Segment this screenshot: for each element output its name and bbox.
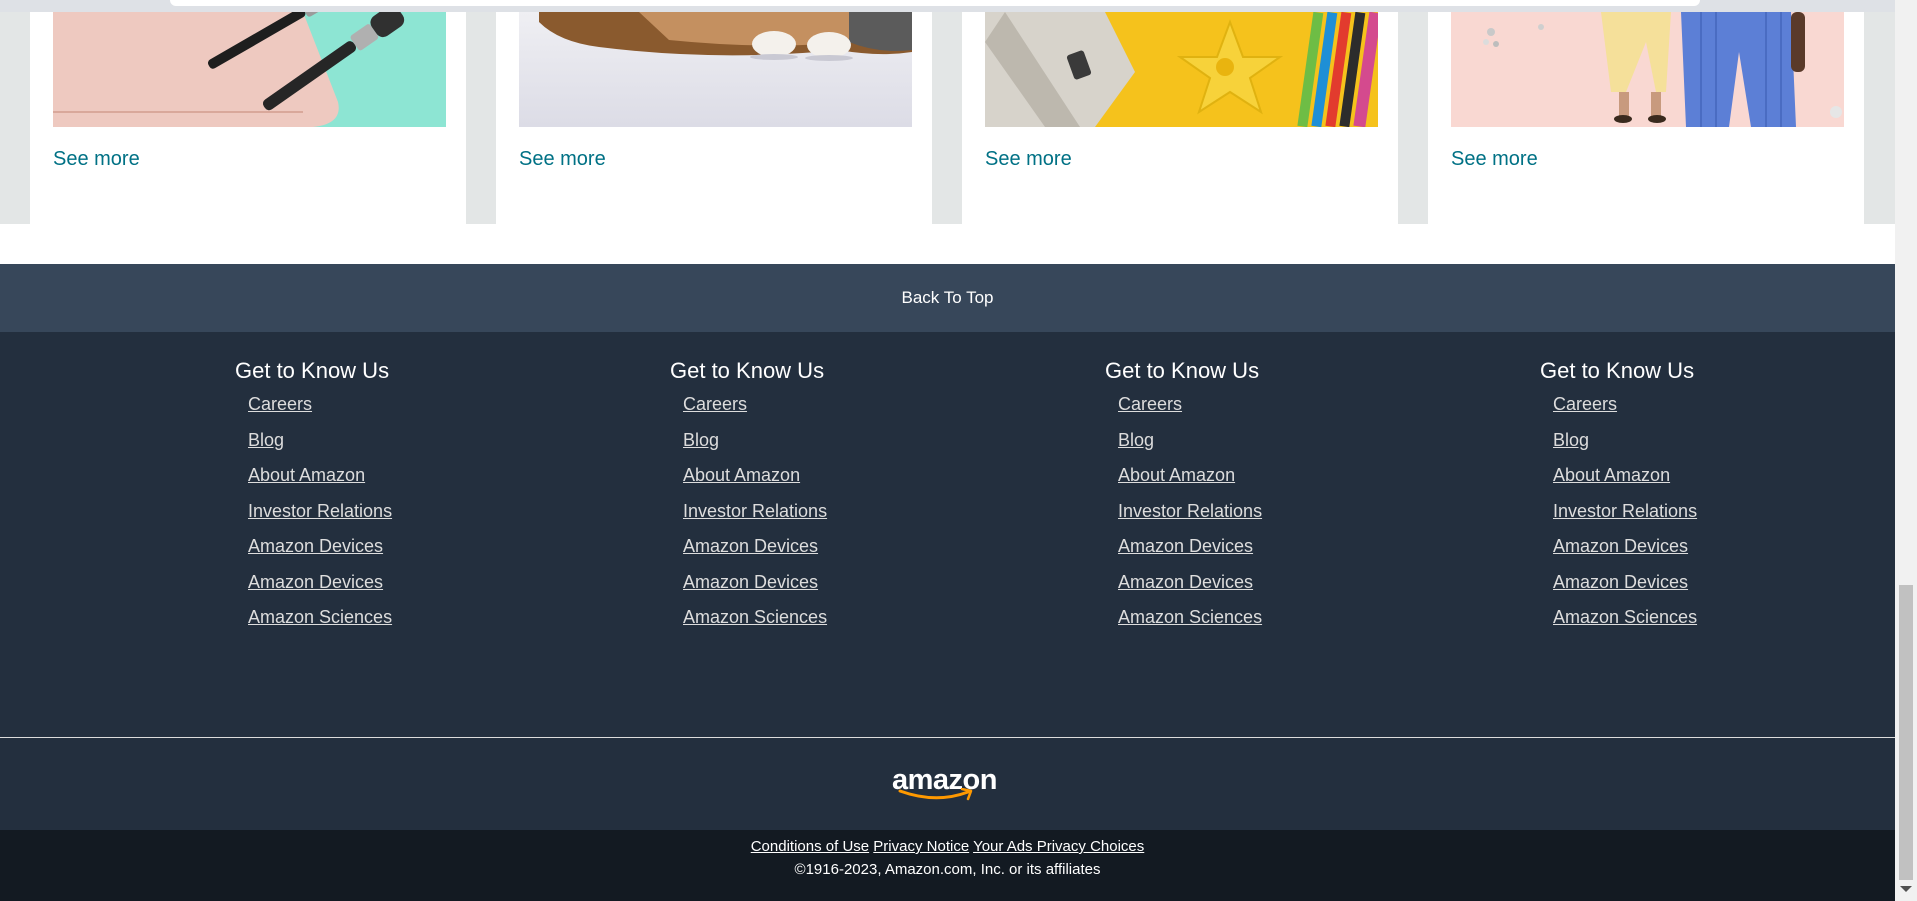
footer-link-investor-relations[interactable]: Investor Relations [1118, 501, 1262, 521]
footer-link-blog[interactable]: Blog [248, 430, 284, 450]
see-more-link[interactable]: See more [985, 148, 1072, 171]
footer-link-investor-relations[interactable]: Investor Relations [248, 501, 392, 521]
fashion-image [1451, 12, 1844, 127]
footer-column-heading: Get to Know Us [1105, 358, 1260, 383]
footer-link-amazon-devices[interactable]: Amazon Devices [1118, 572, 1253, 592]
footer-link-careers[interactable]: Careers [248, 394, 312, 414]
footer-link-blog[interactable]: Blog [683, 430, 719, 450]
category-card: See more [1428, 12, 1864, 224]
footer-link-list: Careers Blog About Amazon Investor Relat… [670, 394, 970, 643]
footer-link-about-amazon[interactable]: About Amazon [248, 465, 365, 485]
footer-link-amazon-sciences[interactable]: Amazon Sciences [1553, 607, 1697, 627]
footer-link-about-amazon[interactable]: About Amazon [1553, 465, 1670, 485]
footer-link-amazon-devices[interactable]: Amazon Devices [1553, 536, 1688, 556]
copyright-text: ©1916-2023, Amazon.com, Inc. or its affi… [794, 861, 1101, 878]
footer-link-blog[interactable]: Blog [1553, 430, 1589, 450]
footer-column-heading: Get to Know Us [235, 358, 390, 383]
footer-link-blog[interactable]: Blog [1118, 430, 1154, 450]
see-more-link[interactable]: See more [1451, 148, 1538, 171]
footer-link-amazon-devices[interactable]: Amazon Devices [248, 572, 383, 592]
legal-links: Conditions of Use Privacy Notice Your Ad… [0, 838, 1895, 856]
back-to-top-button[interactable]: Back To Top [0, 264, 1895, 332]
ads-privacy-choices-link[interactable]: Your Ads Privacy Choices [973, 838, 1144, 855]
footer-link-amazon-devices[interactable]: Amazon Devices [1118, 536, 1253, 556]
footer-link-amazon-sciences[interactable]: Amazon Sciences [683, 607, 827, 627]
browser-address-bar-edge [170, 0, 1700, 6]
footer-link-amazon-devices[interactable]: Amazon Devices [683, 536, 818, 556]
footer-column: Get to Know Us Careers Blog About Amazon… [1105, 358, 1405, 643]
footer-column: Get to Know Us Careers Blog About Amazon… [670, 358, 970, 643]
footer-link-careers[interactable]: Careers [1118, 394, 1182, 414]
card-image-fashion[interactable] [1451, 12, 1844, 127]
card-grid: See more See more See more See more [0, 12, 1895, 224]
footer-link-list: Careers Blog About Amazon Investor Relat… [1540, 394, 1840, 643]
scroll-down-arrow-icon[interactable] [1900, 886, 1912, 892]
footer-column: Get to Know Us Careers Blog About Amazon… [1540, 358, 1840, 643]
footer-column: Get to Know Us Careers Blog About Amazon… [235, 358, 535, 643]
footer-column-heading: Get to Know Us [1540, 358, 1695, 383]
pet-paws-image [519, 12, 912, 127]
footer-logo-row: amazon [0, 738, 1895, 830]
category-card: See more [30, 12, 466, 224]
toys-pencils-image [985, 12, 1378, 127]
privacy-notice-link[interactable]: Privacy Notice [873, 838, 969, 855]
footer-link-amazon-sciences[interactable]: Amazon Sciences [248, 607, 392, 627]
category-card: See more [496, 12, 932, 224]
amazon-logo[interactable]: amazon [892, 764, 1004, 804]
footer-link-amazon-devices[interactable]: Amazon Devices [248, 536, 383, 556]
footer-link-list: Careers Blog About Amazon Investor Relat… [1105, 394, 1405, 643]
see-more-link[interactable]: See more [53, 148, 140, 171]
card-image-pets[interactable] [519, 12, 912, 127]
scrollbar-thumb[interactable] [1899, 585, 1913, 880]
footer-link-investor-relations[interactable]: Investor Relations [1553, 501, 1697, 521]
conditions-of-use-link[interactable]: Conditions of Use [751, 838, 869, 855]
footer-link-about-amazon[interactable]: About Amazon [683, 465, 800, 485]
category-card: See more [962, 12, 1398, 224]
footer-column-heading: Get to Know Us [670, 358, 825, 383]
footer-link-careers[interactable]: Careers [1553, 394, 1617, 414]
footer-link-about-amazon[interactable]: About Amazon [1118, 465, 1235, 485]
footer-link-amazon-sciences[interactable]: Amazon Sciences [1118, 607, 1262, 627]
legal-footer: Conditions of Use Privacy Notice Your Ad… [0, 830, 1895, 901]
see-more-link[interactable]: See more [519, 148, 606, 171]
footer-link-amazon-devices[interactable]: Amazon Devices [683, 572, 818, 592]
footer-link-careers[interactable]: Careers [683, 394, 747, 414]
footer-link-list: Careers Blog About Amazon Investor Relat… [235, 394, 535, 643]
page-scrollbar[interactable] [1895, 0, 1917, 901]
footer-navigation: Get to Know Us Careers Blog About Amazon… [0, 332, 1895, 737]
card-image-makeup[interactable] [53, 12, 446, 127]
footer-link-investor-relations[interactable]: Investor Relations [683, 501, 827, 521]
footer-link-amazon-devices[interactable]: Amazon Devices [1553, 572, 1688, 592]
card-image-toys[interactable] [985, 12, 1378, 127]
amazon-smile-arrow-icon [898, 788, 973, 801]
makeup-brushes-image [53, 12, 446, 127]
